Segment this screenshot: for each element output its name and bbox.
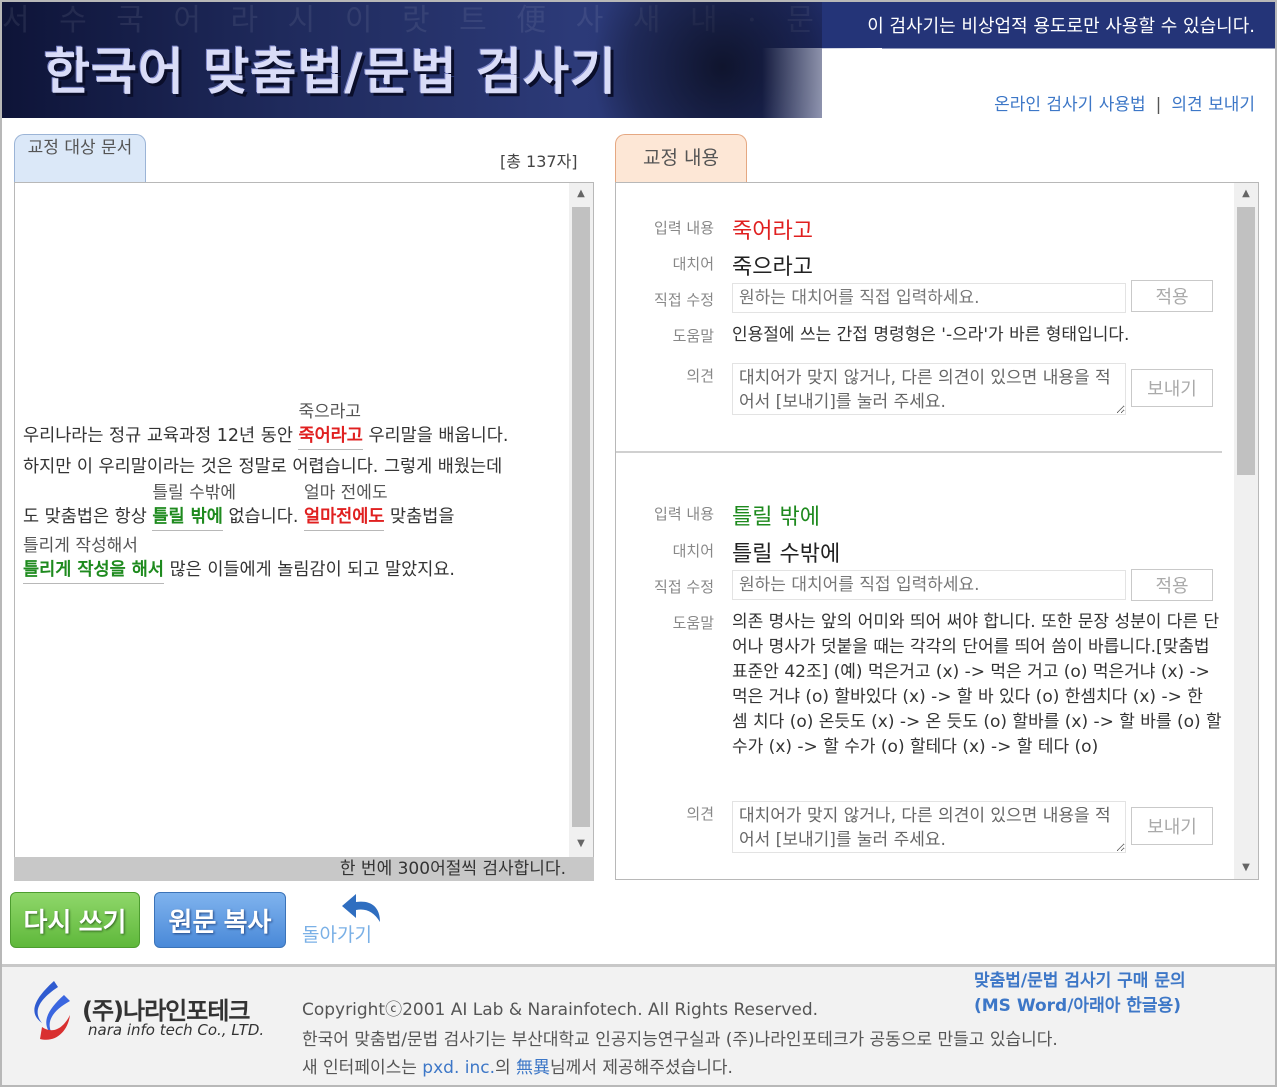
header-links: 온라인 검사기 사용법 | 의견 보내기: [994, 90, 1255, 115]
direct-edit-label: 직접 수정: [654, 291, 714, 309]
app-window: 서 수 국 어 라 시 이 랏 트 便 사 새 내 · 문 혹 · 분 한 · …: [0, 0, 1277, 1087]
scroll-thumb[interactable]: [1237, 207, 1255, 475]
direct-edit-input[interactable]: [732, 283, 1126, 313]
corrections-scrollbar[interactable]: ▲ ▼: [1234, 183, 1258, 879]
interface-credit-text: 새 인터페이스는 pxd. inc.의 無異님께서 제공해주셨습니다.: [302, 1058, 733, 1078]
send-feedback-link[interactable]: 의견 보내기: [1171, 95, 1255, 115]
scroll-down-arrow-icon[interactable]: ▼: [1234, 859, 1258, 877]
document-text[interactable]: 우리나라는 정규 교육과정 12년 동안 죽으라고 죽어라고 우리말을 배웁니다.…: [23, 402, 567, 584]
designer-link[interactable]: 無異: [516, 1058, 550, 1078]
direct-edit-label: 직접 수정: [654, 578, 714, 596]
correction-mark[interactable]: 틀릴 수밖에 틀릴 밖에: [152, 483, 236, 531]
scroll-up-arrow-icon[interactable]: ▲: [1234, 185, 1258, 203]
correction-entry: 입력 내용 틀릴 밖에 대치어 틀릴 수밖에 직접 수정 적용 도움말 의존 명…: [616, 483, 1222, 879]
direct-edit-input[interactable]: [732, 570, 1126, 600]
document-scrollbar[interactable]: ▲ ▼: [569, 183, 593, 857]
document-status: 한 번에 300어절씩 검사합니다.: [14, 857, 594, 881]
correction-mark[interactable]: 틀리게 작성해서 틀리게 작성을 해서: [23, 536, 164, 584]
char-count: [총 137자]: [500, 152, 578, 171]
apply-button[interactable]: 적용: [1131, 569, 1213, 601]
footer: (주)나라인포테크 nara info tech Co., LTD. Copyr…: [2, 964, 1275, 1085]
opinion-textarea[interactable]: [732, 801, 1126, 853]
substitute-label: 대치어: [672, 542, 714, 560]
document-line: 틀리게 작성해서 틀리게 작성을 해서 많은 이들에게 놀림감이 되고 말았지요.: [23, 536, 567, 584]
link-separator: |: [1155, 95, 1162, 115]
help-label: 도움말: [672, 614, 714, 632]
document-line: 도 맞춤법은 항상 틀릴 수밖에 틀릴 밖에 없습니다. 얼마 전에도 얼마전에도 …: [23, 483, 567, 531]
suggestion-label: 틀리게 작성해서: [23, 536, 138, 556]
company-name-en: nara info tech Co., LTD.: [88, 1021, 265, 1039]
send-opinion-button[interactable]: 보내기: [1131, 807, 1213, 845]
go-back-button[interactable]: 돌아가기: [300, 892, 390, 948]
document-line: 하지만 이 우리말이라는 것은 정말로 어렵습니다. 그렇게 배웠는데: [23, 457, 503, 477]
correction-mark[interactable]: 얼마 전에도 얼마전에도: [303, 483, 388, 531]
header-right-panel: 이 검사기는 비상업적 용도로만 사용할 수 있습니다. 온라인 검사기 사용법…: [762, 2, 1275, 118]
input-value: 틀릴 밖에: [732, 505, 820, 530]
opinion-label: 의견: [686, 805, 714, 823]
substitute-label: 대치어: [672, 255, 714, 273]
header: 서 수 국 어 라 시 이 랏 트 便 사 새 내 · 문 혹 · 분 한 · …: [2, 2, 1275, 118]
help-text: 의존 명사는 앞의 어미와 띄어 써야 합니다. 또한 문장 성분이 다른 단어…: [732, 612, 1222, 757]
correction-mark[interactable]: 죽으라고 죽어라고: [298, 402, 363, 450]
pxd-link[interactable]: pxd. inc.: [422, 1058, 495, 1078]
opinion-textarea[interactable]: [732, 363, 1126, 415]
credit-text: 한국어 맞춤법/문법 검사기는 부산대학교 인공지능연구실과 (주)나라인포테크…: [302, 1030, 1058, 1050]
help-label: 도움말: [672, 327, 714, 345]
usage-guide-link[interactable]: 온라인 검사기 사용법: [994, 95, 1146, 115]
nara-logo-icon: [34, 981, 70, 1040]
apply-button[interactable]: 적용: [1131, 280, 1213, 312]
rewrite-button[interactable]: 다시 쓰기: [10, 892, 140, 948]
copy-original-button[interactable]: 원문 복사: [154, 892, 286, 948]
document-box[interactable]: 우리나라는 정규 교육과정 12년 동안 죽으라고 죽어라고 우리말을 배웁니다.…: [14, 182, 594, 860]
correction-entry: 입력 내용 죽어라고 대치어 죽으라고 직접 수정 적용 도움말 인용절에 쓰는…: [616, 183, 1222, 453]
company-logo: (주)나라인포테크 nara info tech Co., LTD.: [24, 973, 274, 1053]
substitute-value: 틀릴 수밖에: [732, 542, 841, 567]
copyright-text: Copyrightⓒ2001 AI Lab & Narainfotech. Al…: [302, 1000, 819, 1020]
substitute-value: 죽으라고: [732, 255, 813, 280]
input-label: 입력 내용: [654, 505, 714, 523]
tab-corrections[interactable]: 교정 내용: [615, 134, 747, 182]
suggestion-label: 얼마 전에도: [303, 483, 388, 503]
usage-notice: 이 검사기는 비상업적 용도로만 사용할 수 있습니다.: [867, 16, 1255, 37]
tab-source-document[interactable]: 교정 대상 문서: [14, 134, 146, 182]
suggestion-label: 틀릴 수밖에: [152, 483, 236, 503]
document-line: 우리나라는 정규 교육과정 12년 동안 죽으라고 죽어라고 우리말을 배웁니다.: [23, 402, 567, 450]
send-opinion-button[interactable]: 보내기: [1131, 369, 1213, 407]
corrections-box: 입력 내용 죽어라고 대치어 죽으라고 직접 수정 적용 도움말 인용절에 쓰는…: [615, 182, 1259, 880]
entry-divider: [616, 451, 1222, 453]
opinion-label: 의견: [686, 367, 714, 385]
input-label: 입력 내용: [654, 219, 714, 237]
scroll-thumb[interactable]: [572, 207, 590, 827]
help-text: 인용절에 쓰는 간접 명령형은 '-으라'가 바른 형태입니다.: [732, 325, 1130, 345]
app-title: 한국어 맞춤법/문법 검사기: [44, 43, 618, 101]
purchase-inquiry-link[interactable]: 맞춤법/문법 검사기 구매 문의 (MS Word/아래아 한글용): [974, 969, 1186, 1019]
scroll-up-arrow-icon[interactable]: ▲: [569, 185, 593, 203]
suggestion-label: 죽으라고: [298, 402, 362, 422]
go-back-label: 돌아가기: [302, 924, 372, 946]
input-value: 죽어라고: [732, 219, 813, 244]
scroll-down-arrow-icon[interactable]: ▼: [569, 835, 593, 853]
